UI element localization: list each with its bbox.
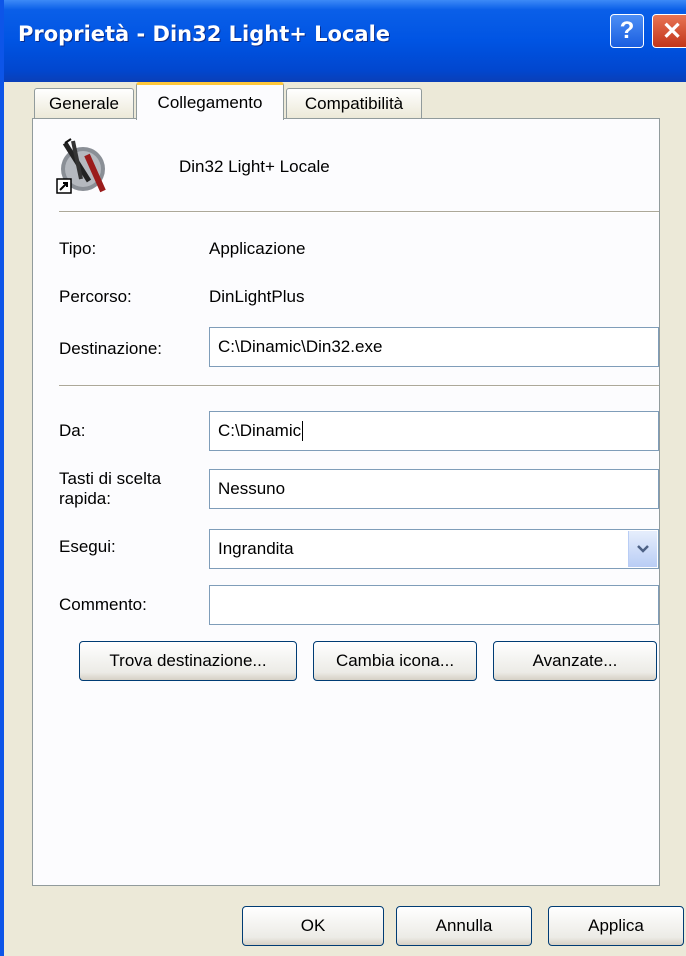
commento-label: Commento:: [59, 595, 147, 614]
title-bar[interactable]: Proprietà - Din32 Light+ Locale ? ✕: [4, 0, 686, 82]
close-button[interactable]: ✕: [652, 14, 686, 48]
commento-field[interactable]: [209, 585, 659, 625]
percorso-value: DinLightPlus: [209, 287, 305, 306]
help-button[interactable]: ?: [610, 14, 644, 48]
tab-generale[interactable]: Generale: [34, 88, 134, 118]
applica-button[interactable]: Applica: [548, 906, 684, 946]
da-field[interactable]: C:\Dinamic: [209, 411, 659, 451]
tasti-label: Tasti di scelta rapida:: [59, 469, 161, 509]
esegui-label: Esegui:: [59, 537, 116, 556]
annulla-button[interactable]: Annulla: [396, 906, 532, 946]
tab-row: Generale Collegamento Compatibilità: [4, 82, 686, 122]
esegui-select[interactable]: Ingrandita: [209, 529, 659, 569]
tasti-value: Nessuno: [218, 479, 286, 498]
window-title: Proprietà - Din32 Light+ Locale: [18, 22, 391, 46]
tipo-label: Tipo:: [59, 239, 97, 258]
esegui-value: Ingrandita: [218, 539, 294, 558]
destinazione-field[interactable]: C:\Dinamic\Din32.exe: [209, 327, 659, 367]
tasti-label-line2: rapida:: [59, 489, 111, 508]
destinazione-label: Destinazione:: [59, 339, 163, 358]
percorso-label: Percorso:: [59, 287, 132, 306]
tab-panel: Din32 Light+ Locale Tipo: Applicazione P…: [32, 118, 660, 886]
chevron-down-icon[interactable]: [628, 531, 657, 567]
avanzate-button[interactable]: Avanzate...: [493, 641, 657, 681]
tipo-value: Applicazione: [209, 239, 306, 258]
shortcut-app-icon: [51, 135, 107, 199]
text-caret: [302, 421, 304, 441]
destinazione-value: C:\Dinamic\Din32.exe: [218, 337, 383, 356]
tab-compatibilita[interactable]: Compatibilità: [286, 88, 422, 118]
trova-destinazione-button[interactable]: Trova destinazione...: [79, 641, 297, 681]
separator-middle: [59, 385, 659, 387]
shortcut-name: Din32 Light+ Locale: [179, 157, 330, 176]
tab-collegamento[interactable]: Collegamento: [136, 82, 284, 120]
tasti-field[interactable]: Nessuno: [209, 469, 659, 509]
ok-button[interactable]: OK: [242, 906, 384, 946]
da-value: C:\Dinamic: [218, 421, 302, 440]
tasti-label-line1: Tasti di scelta: [59, 469, 162, 488]
cambia-icona-button[interactable]: Cambia icona...: [313, 641, 477, 681]
properties-dialog: Proprietà - Din32 Light+ Locale ? ✕ Gene…: [0, 0, 686, 956]
da-label: Da:: [59, 421, 86, 440]
separator-top: [59, 211, 659, 213]
